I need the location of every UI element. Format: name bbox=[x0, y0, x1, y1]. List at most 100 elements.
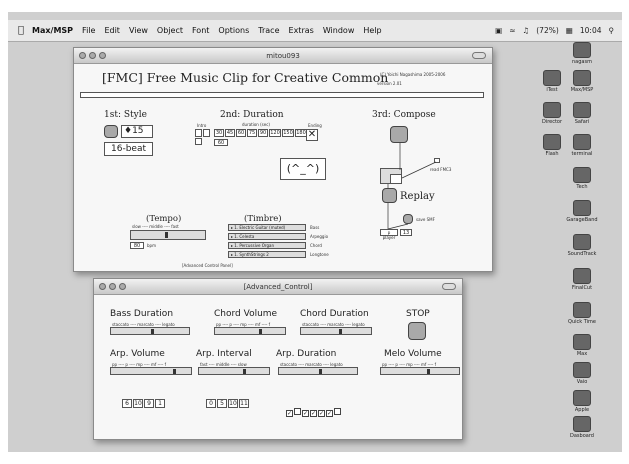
minimize-icon[interactable] bbox=[89, 52, 96, 59]
zoom-icon[interactable] bbox=[99, 52, 106, 59]
wifi-icon[interactable]: ≈ bbox=[509, 26, 515, 35]
tempo-slider-knob[interactable] bbox=[165, 232, 168, 238]
number-box[interactable]: 10 bbox=[133, 399, 143, 408]
number-box[interactable]: 9 bbox=[144, 399, 154, 408]
style-random-button[interactable] bbox=[104, 125, 118, 138]
apple-menu-icon[interactable]:  bbox=[18, 25, 24, 36]
menu-object[interactable]: Object bbox=[157, 26, 183, 35]
checkbox[interactable]: ✓ bbox=[318, 410, 325, 417]
slider-knob[interactable] bbox=[151, 329, 154, 334]
menu-app[interactable]: Max/MSP bbox=[32, 26, 73, 35]
intro-value[interactable] bbox=[195, 138, 202, 145]
desktop:  Max/MSP File Edit View Object Font Opt… bbox=[8, 12, 622, 452]
display-icon[interactable]: ▣ bbox=[495, 26, 502, 35]
number-box[interactable]: 10 bbox=[228, 399, 238, 408]
main-window-titlebar[interactable]: mitou093 bbox=[74, 48, 492, 64]
menu-help[interactable]: Help bbox=[363, 26, 381, 35]
stop-button[interactable] bbox=[408, 322, 426, 340]
tempo-value[interactable]: 80 bbox=[130, 242, 144, 249]
desktop-icon-maxmsp[interactable]: Max/MSP bbox=[554, 70, 610, 93]
checkbox[interactable] bbox=[334, 408, 341, 415]
number-box[interactable]: 6 bbox=[122, 399, 132, 408]
spotlight-icon[interactable]: ⚲ bbox=[609, 26, 615, 35]
timbre-menu-arpeggio[interactable]: ▸ 1. Celesta bbox=[228, 233, 306, 240]
bass-duration-slider[interactable] bbox=[110, 327, 190, 335]
menu-font[interactable]: Font bbox=[192, 26, 209, 35]
minimize-icon[interactable] bbox=[109, 283, 116, 290]
app-icon bbox=[573, 334, 591, 350]
message-bar[interactable] bbox=[80, 92, 484, 98]
advanced-panel-link[interactable]: [Advanced Control Panel] bbox=[182, 263, 233, 268]
slider-knob[interactable] bbox=[339, 329, 342, 334]
chord-duration-slider[interactable] bbox=[300, 327, 372, 335]
desktop-icon-soundtrack[interactable]: SoundTrack bbox=[554, 234, 610, 257]
duration-option[interactable]: 30 bbox=[214, 129, 224, 137]
duration-count[interactable]: 60 bbox=[214, 139, 228, 146]
number-box[interactable]: 5 bbox=[217, 399, 227, 408]
toolbar-toggle-icon[interactable] bbox=[472, 52, 486, 59]
intro-toggle-2[interactable] bbox=[203, 129, 210, 137]
duration-option[interactable]: 45 bbox=[225, 129, 235, 137]
duration-option[interactable]: 150 bbox=[282, 129, 294, 137]
arp-interval-slider[interactable] bbox=[198, 367, 270, 375]
desktop-icon-garageband[interactable]: GarageBand bbox=[554, 200, 610, 223]
slider-knob[interactable] bbox=[243, 369, 246, 374]
timbre-menu-bass[interactable]: ▸ 1. Electric Guitar (muted) bbox=[228, 224, 306, 231]
slider-knob[interactable] bbox=[259, 329, 262, 334]
duration-option[interactable]: 120 bbox=[269, 129, 281, 137]
close-icon[interactable] bbox=[79, 52, 86, 59]
desktop-icon-dashboard[interactable]: Dasboard bbox=[554, 416, 610, 439]
desktop-icon-vaio[interactable]: Vaio bbox=[554, 362, 610, 385]
number-box[interactable]: 1 bbox=[155, 399, 165, 408]
menu-file[interactable]: File bbox=[82, 26, 95, 35]
arp-volume-slider[interactable] bbox=[110, 367, 192, 375]
duration-option[interactable]: 75 bbox=[247, 129, 257, 137]
menu-window[interactable]: Window bbox=[323, 26, 355, 35]
melo-volume-slider[interactable] bbox=[380, 367, 460, 375]
menu-trace[interactable]: Trace bbox=[258, 26, 279, 35]
number-box[interactable]: 0 bbox=[206, 399, 216, 408]
menu-clock[interactable]: 10:04 bbox=[580, 26, 602, 35]
advanced-control-window: [Advanced_Control] Bass Duration staccat… bbox=[93, 278, 463, 440]
checkbox[interactable]: ✓ bbox=[286, 410, 293, 417]
slider-knob[interactable] bbox=[427, 369, 430, 374]
checkbox[interactable]: ✓ bbox=[326, 410, 333, 417]
checkbox[interactable]: ✓ bbox=[310, 410, 317, 417]
desktop-icon-max[interactable]: Max bbox=[554, 334, 610, 357]
input-menu-icon[interactable]: ▦ bbox=[566, 26, 573, 35]
duration-option[interactable]: 60 bbox=[236, 129, 246, 137]
desktop-icon-nagasm[interactable]: nagasm bbox=[554, 42, 610, 65]
slider-knob[interactable] bbox=[173, 369, 176, 374]
menu-edit[interactable]: Edit bbox=[104, 26, 120, 35]
close-icon[interactable] bbox=[99, 283, 106, 290]
menu-options[interactable]: Options bbox=[218, 26, 249, 35]
desktop-icon-safari[interactable]: Safari bbox=[554, 102, 610, 125]
tempo-slider[interactable] bbox=[130, 230, 206, 240]
menu-extras[interactable]: Extras bbox=[289, 26, 314, 35]
desktop-icon-quicktime[interactable]: Quick Time bbox=[554, 302, 610, 325]
volume-icon[interactable]: ♫ bbox=[523, 26, 530, 35]
menu-view[interactable]: View bbox=[129, 26, 148, 35]
checkbox[interactable] bbox=[294, 408, 301, 415]
timbre-menu-chord[interactable]: ▸ 1. Percussive Organ bbox=[228, 242, 306, 249]
battery-status[interactable]: (72%) bbox=[536, 26, 559, 35]
desktop-icon-finalcut[interactable]: FinalCut bbox=[554, 268, 610, 291]
arp-duration-slider[interactable] bbox=[278, 367, 358, 375]
guitar-icon bbox=[573, 200, 591, 216]
duration-option[interactable]: 90 bbox=[258, 129, 268, 137]
intro-toggle[interactable] bbox=[195, 129, 202, 137]
toolbar-toggle-icon[interactable] bbox=[442, 283, 456, 290]
slider-knob[interactable] bbox=[319, 369, 322, 374]
desktop-icon-apple[interactable]: Apple bbox=[554, 390, 610, 413]
ending-toggle[interactable]: ✕ bbox=[306, 129, 318, 141]
checkbox[interactable]: ✓ bbox=[302, 410, 309, 417]
zoom-icon[interactable] bbox=[119, 283, 126, 290]
desktop-icon-tech[interactable]: Tech bbox=[554, 167, 610, 190]
compose-button[interactable] bbox=[390, 126, 408, 143]
chord-volume-slider[interactable] bbox=[214, 327, 286, 335]
style-number-box[interactable]: ♦15 bbox=[121, 125, 153, 138]
timbre-menu-longtone[interactable]: ▸ 1. SynthStrings 2 bbox=[228, 251, 306, 258]
desktop-icon-terminal[interactable]: terminal bbox=[554, 134, 610, 157]
advanced-window-titlebar[interactable]: [Advanced_Control] bbox=[94, 279, 462, 295]
number-box[interactable]: 11 bbox=[239, 399, 249, 408]
